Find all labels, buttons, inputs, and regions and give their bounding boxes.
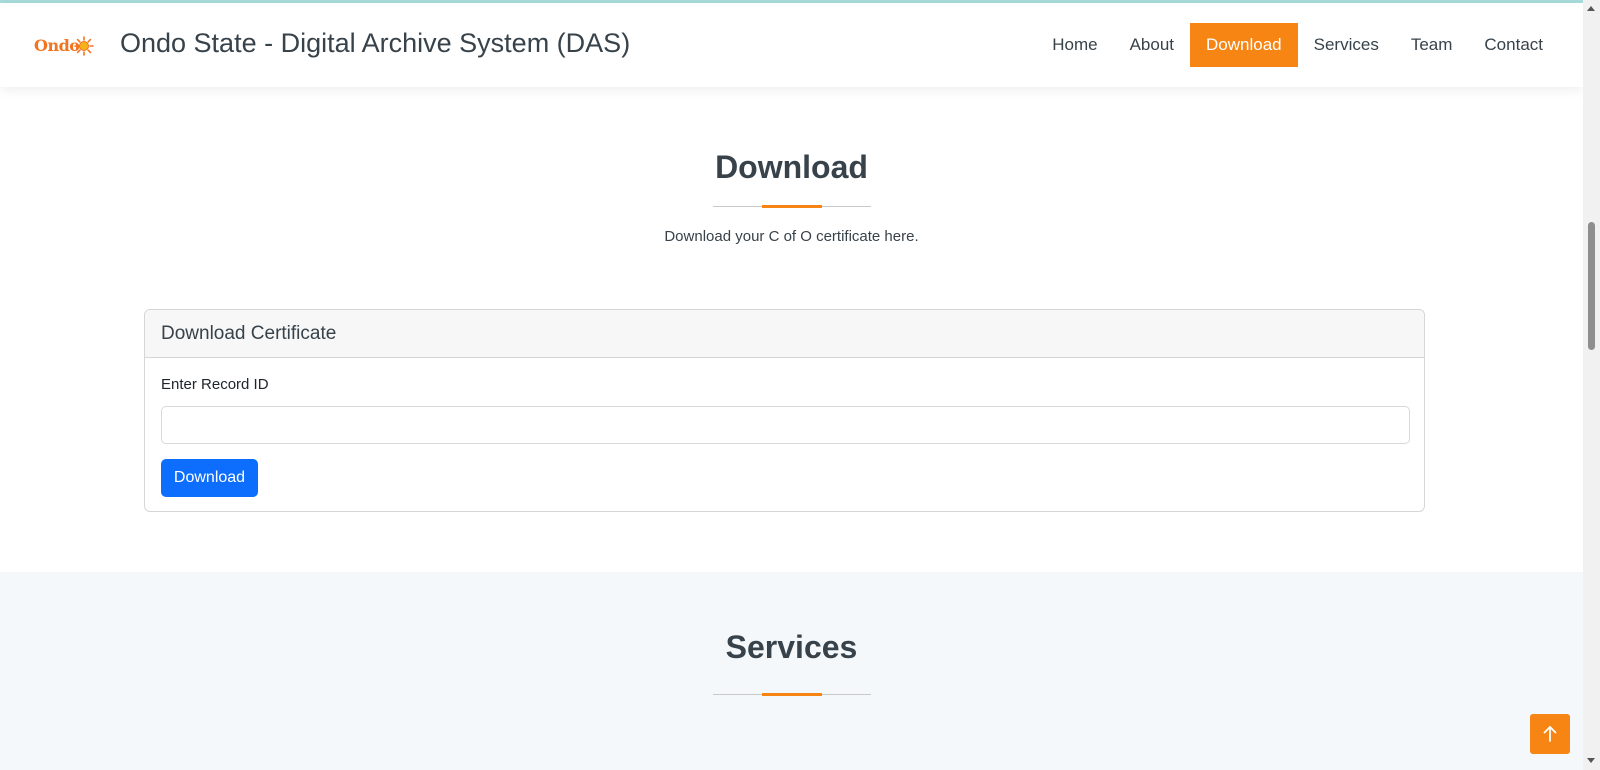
page-scrollbar[interactable] <box>1583 0 1600 770</box>
nav-services[interactable]: Services <box>1298 23 1395 67</box>
download-button[interactable]: Download <box>161 459 258 497</box>
services-section: Services <box>0 572 1583 770</box>
site-logo[interactable]: Ondo <box>34 35 94 57</box>
services-title-divider <box>713 693 871 696</box>
services-section-title: Services <box>725 629 858 665</box>
scroll-up-icon[interactable] <box>1587 6 1595 11</box>
page: Ondo Ondo State - Digital Archive System… <box>0 0 1583 770</box>
download-section-title: Download <box>715 149 868 185</box>
card-header: Download Certificate <box>145 310 1424 358</box>
site-title[interactable]: Ondo State - Digital Archive System (DAS… <box>120 25 630 61</box>
arrow-up-icon <box>1543 726 1557 742</box>
main-nav: Home About Download Services Team Contac… <box>1036 23 1559 67</box>
nav-about[interactable]: About <box>1114 23 1190 67</box>
record-id-input[interactable] <box>161 406 1410 444</box>
download-title-divider <box>713 205 871 208</box>
back-to-top-button[interactable] <box>1530 714 1570 754</box>
nav-contact[interactable]: Contact <box>1468 23 1559 67</box>
scroll-down-icon[interactable] <box>1587 758 1595 763</box>
scroll-thumb[interactable] <box>1588 222 1595 350</box>
download-certificate-card: Download Certificate Enter Record ID Dow… <box>144 309 1425 512</box>
record-id-label: Enter Record ID <box>161 376 269 393</box>
nav-team[interactable]: Team <box>1395 23 1469 67</box>
nav-home[interactable]: Home <box>1036 23 1113 67</box>
nav-download[interactable]: Download <box>1190 23 1298 67</box>
download-section-subtitle: Download your C of O certificate here. <box>664 228 919 245</box>
sun-icon <box>74 36 94 56</box>
logo-text: Ondo <box>34 36 80 55</box>
site-header: Ondo Ondo State - Digital Archive System… <box>0 3 1583 87</box>
